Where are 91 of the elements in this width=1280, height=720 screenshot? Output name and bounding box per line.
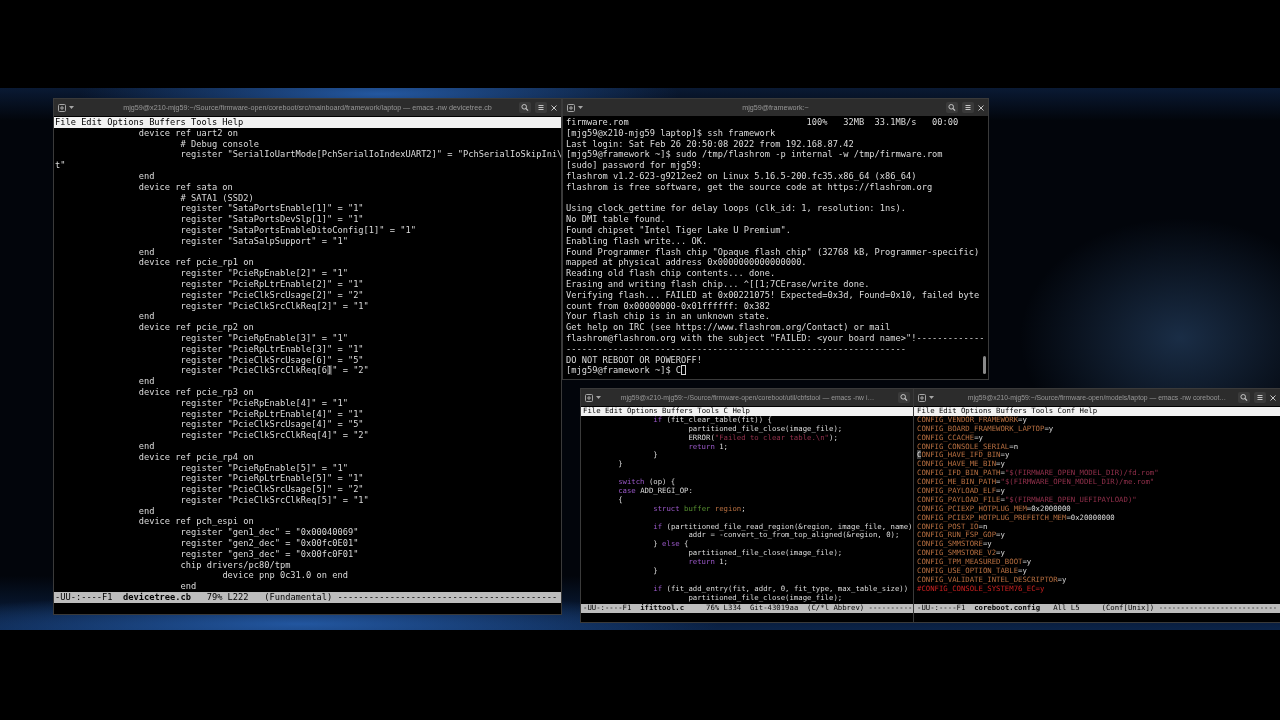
terminal-line: [mjg59@framework ~]$ C bbox=[566, 365, 682, 376]
code-line: register "PcieClkSrcClkReq[4]" = "2" bbox=[180, 430, 369, 441]
menu-icon[interactable] bbox=[962, 102, 974, 113]
code-line: device ref pcie_rp3 on bbox=[138, 386, 254, 397]
code-line: register "gen1_dec" = "0x00040069" bbox=[180, 527, 359, 538]
new-tab-icon[interactable] bbox=[58, 103, 66, 112]
code-line: device ref uart2 on bbox=[138, 127, 239, 138]
terminal-line: Enabling flash write... OK. bbox=[566, 235, 708, 246]
code-line: register "PcieRpLtrEnable[3]" = "1" bbox=[180, 343, 364, 354]
code-line: end bbox=[138, 440, 155, 451]
terminal-line: flashrom v1.2-623-g9212ee2 on Linux 5.16.5-200.fc35.x86_64 (x86_64) bbox=[566, 171, 917, 181]
code-line: end bbox=[138, 171, 155, 181]
terminal-line: ----------------------------------------------------------------- bbox=[566, 343, 906, 354]
code-line: register "gen3_dec" = "0x00fc0F01" bbox=[180, 548, 359, 559]
code-line: # Debug console bbox=[180, 138, 259, 149]
code-line: register "PcieClkSrcUsage[2]" = "2" bbox=[180, 289, 364, 300]
code-line: device ref sata on bbox=[138, 181, 233, 192]
terminal-line: Verifying flash... FAILED at 0x00221075! Expected=0x3d, Found=0x10, failed byte bbox=[566, 289, 980, 300]
terminal-line: Last login: Sat Feb 26 20:50:08 2022 from 192.168.87.42 bbox=[566, 138, 854, 149]
close-icon[interactable] bbox=[1270, 394, 1276, 401]
terminal-line: No DMI table found. bbox=[566, 214, 666, 225]
terminal-line: flashrom@flashrom.org with the subject "FAILED: <your board name>"!------------- bbox=[566, 332, 985, 343]
caret-icon[interactable] bbox=[596, 396, 601, 399]
code-line: register "PcieClkSrcUsage[4]" = "5" bbox=[180, 419, 364, 430]
code-line: register "SataPortsEnableDitoConfig[1]" = "1" bbox=[180, 224, 416, 235]
menu-item[interactable]: Edit bbox=[81, 117, 103, 127]
terminal-line: count from 0x00000000-0x01ffffff: 0x382 bbox=[566, 300, 770, 311]
code-line: # SATA1 (SSD2) bbox=[180, 192, 254, 203]
menu-item[interactable]: Help bbox=[222, 117, 244, 127]
code-line: end bbox=[138, 311, 155, 322]
code-line: register "PcieClkSrcUsage[6]" = "5" bbox=[180, 354, 364, 365]
code-line: register "SataPortsDevSlp[1]" = "1" bbox=[180, 214, 364, 225]
code-line: device ref pcie_rp4 on bbox=[138, 451, 254, 462]
terminal-line: [mjg59@framework ~]$ sudo /tmp/flashrom -p internal -w /tmp/firmware.rom bbox=[566, 149, 943, 160]
terminal-line: Get help on IRC (see https://www.flashrom.org/Contact) or mail bbox=[566, 322, 891, 333]
code-line: t" bbox=[55, 160, 66, 171]
caret-icon[interactable] bbox=[929, 396, 934, 399]
terminal-line: flashrom is free software, get the source code at https://flashrom.org bbox=[566, 181, 933, 192]
search-icon[interactable] bbox=[1238, 392, 1250, 403]
menu-item[interactable]: Options bbox=[107, 117, 144, 127]
code-line: register "SerialIoUartMode[PchSerialIoIndexUART2]" = "PchSerialIoSkipIni\ bbox=[180, 149, 563, 160]
code-line: register "PcieRpLtrEnable[4]" = "1" bbox=[180, 408, 364, 419]
code-line: register "PcieClkSrcClkReq[5]" = "1" bbox=[180, 494, 369, 505]
caret-icon[interactable] bbox=[578, 106, 583, 109]
menu-icon[interactable] bbox=[1254, 392, 1266, 403]
search-icon[interactable] bbox=[898, 392, 910, 403]
terminal-line: DO NOT REBOOT OR POWEROFF! bbox=[566, 354, 702, 365]
new-tab-icon[interactable] bbox=[918, 393, 926, 402]
code-line: device ref pcie_rp2 on bbox=[138, 322, 254, 333]
terminal-line: [mjg59@x210-mjg59 laptop]$ ssh framework bbox=[566, 127, 776, 138]
code-line: register "PcieRpEnable[2]" = "1" bbox=[180, 268, 348, 279]
code-line: device pnp 0c31.0 on end bbox=[222, 570, 348, 581]
code-line: register "PcieRpEnable[5]" = "1" bbox=[180, 462, 348, 473]
code-line: register "PcieRpLtrEnable[2]" = "1" bbox=[180, 278, 364, 289]
terminal-line: Your flash chip is in an unknown state. bbox=[566, 311, 770, 322]
code-line: end bbox=[180, 581, 197, 592]
code-line: end bbox=[138, 246, 155, 257]
terminal-line: Found chipset "Intel Tiger Lake U Premium". bbox=[566, 224, 791, 235]
new-tab-icon[interactable] bbox=[585, 393, 593, 402]
code-line: register "SataSalpSupport" = "1" bbox=[180, 235, 348, 246]
code-line: register "gen2_dec" = "0x00fc0E01" bbox=[180, 538, 359, 549]
menu-item[interactable]: File bbox=[55, 117, 76, 127]
code-line: register "PcieClkSrcClkReq[6]" = "2" bbox=[180, 365, 369, 376]
terminal-line: mapped at physical address 0x0000000000000000. bbox=[566, 257, 807, 268]
close-icon[interactable] bbox=[978, 104, 984, 111]
code-line: register "PcieRpEnable[3]" = "1" bbox=[180, 332, 348, 343]
code-line: register "PcieClkSrcClkReq[2]" = "1" bbox=[180, 300, 369, 311]
code-line: device ref pch_espi on bbox=[138, 516, 254, 527]
search-icon[interactable] bbox=[519, 102, 531, 113]
terminal-line: firmware.rom 100% 32MB 33.1MB/s 00:00 bbox=[566, 117, 959, 127]
menu-item[interactable]: Buffers bbox=[149, 117, 186, 127]
scrollbar-thumb[interactable] bbox=[983, 356, 986, 374]
code-line: end bbox=[138, 505, 155, 516]
code-line: register "PcieRpEnable[4]" = "1" bbox=[180, 397, 348, 408]
caret-icon[interactable] bbox=[69, 106, 74, 109]
code-line: register "PcieRpLtrEnable[5]" = "1" bbox=[180, 473, 364, 484]
search-icon[interactable] bbox=[946, 102, 958, 113]
close-icon[interactable] bbox=[551, 104, 557, 111]
menu-icon[interactable] bbox=[535, 102, 547, 113]
code-line: register "PcieClkSrcUsage[5]" = "2" bbox=[180, 484, 364, 495]
code-line: device ref pcie_rp1 on bbox=[138, 257, 254, 268]
menu-item[interactable]: Tools bbox=[190, 117, 218, 127]
code-line: register "SataPortsEnable[1]" = "1" bbox=[180, 203, 364, 214]
terminal-line: Reading old flash chip contents... done. bbox=[566, 268, 776, 279]
code-line: end bbox=[138, 376, 155, 387]
new-tab-icon[interactable] bbox=[567, 103, 575, 112]
terminal-line: [sudo] password for mjg59: bbox=[566, 160, 702, 171]
terminal-line: Found Programmer flash chip "Opaque flash chip" (32768 kB, Programmer-specific) bbox=[566, 246, 980, 257]
terminal-line: Erasing and writing flash chip... ^[[1;7CErase/write done. bbox=[566, 278, 870, 289]
code-line: chip drivers/pc80/tpm bbox=[180, 559, 291, 570]
terminal-line: Using clock_gettime for delay loops (clk_id: 1, resolution: 1ns). bbox=[566, 203, 906, 214]
